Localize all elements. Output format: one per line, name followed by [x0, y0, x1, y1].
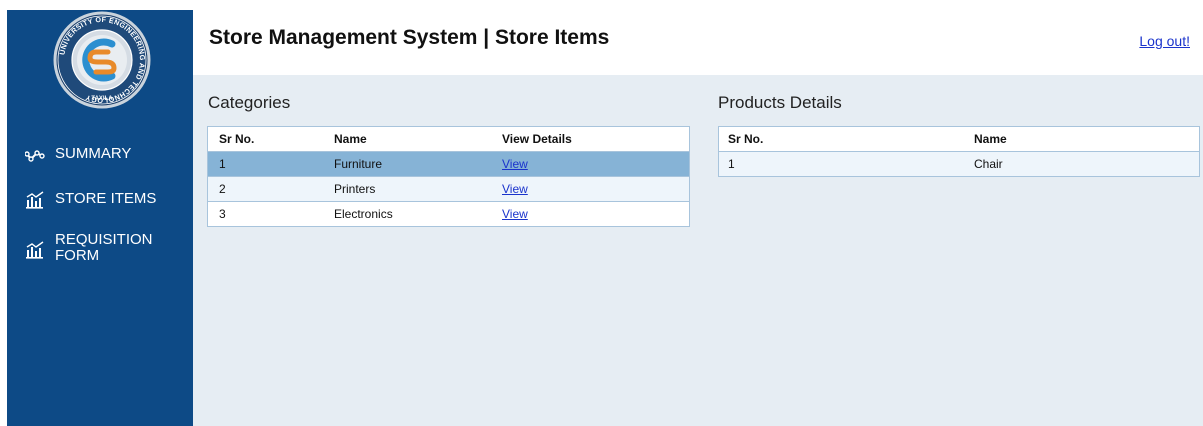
sidebar-item-store-items[interactable]: STORE ITEMS	[25, 191, 156, 209]
categories-title: Categories	[208, 93, 291, 112]
products-title: Products Details	[718, 93, 842, 112]
name-cell: Printers	[334, 176, 502, 202]
products-table: Sr No. Name 1 Chair	[718, 126, 1200, 177]
table-row[interactable]: 3 Electronics View	[208, 201, 689, 226]
column-header: Sr No.	[219, 132, 255, 146]
view-link[interactable]: View	[502, 157, 528, 171]
header: Store Management System | Store Items Lo…	[193, 0, 1203, 75]
bar-chart-icon	[26, 191, 44, 209]
sidebar-item-requisition-form[interactable]: REQUISITION FORM	[25, 232, 165, 264]
bar-chart-icon	[26, 241, 44, 259]
table-row[interactable]: 2 Printers View	[208, 176, 689, 202]
view-cell: View	[502, 201, 689, 226]
column-header: Name	[974, 132, 1007, 146]
column-header: View Details	[502, 132, 572, 146]
sidebar-item-label: SUMMARY	[55, 145, 132, 162]
sidebar-item-summary[interactable]: SUMMARY	[25, 146, 131, 164]
sidebar: UNIVERSITY OF ENGINEERING AND TECHNOLOGY…	[7, 10, 193, 426]
sr-cell: 2	[208, 176, 334, 202]
sr-cell: 1	[208, 151, 334, 177]
table-header-row: Sr No. Name	[719, 127, 1199, 152]
main-content: Categories Sr No. Name View Details 1 Fu…	[193, 75, 1203, 426]
table-row[interactable]: 1 Furniture View	[208, 151, 689, 177]
sidebar-item-label: STORE ITEMS	[55, 190, 157, 207]
name-cell: Chair	[974, 151, 1199, 176]
table-header-row: Sr No. Name View Details	[208, 127, 689, 152]
sidebar-item-label: REQUISITION FORM	[55, 231, 153, 264]
view-cell: View	[502, 176, 689, 202]
university-logo: UNIVERSITY OF ENGINEERING AND TECHNOLOGY…	[53, 11, 151, 109]
name-cell: Furniture	[334, 151, 502, 177]
table-row[interactable]: 1 Chair	[719, 151, 1199, 176]
view-link[interactable]: View	[502, 207, 528, 221]
page-title: Store Management System | Store Items	[209, 26, 610, 49]
view-cell: View	[502, 151, 689, 177]
logout-link[interactable]: Log out!	[1139, 33, 1190, 49]
svg-text:TAXILA: TAXILA	[91, 96, 113, 102]
categories-table: Sr No. Name View Details 1 Furniture Vie…	[207, 126, 690, 227]
column-header: Name	[334, 132, 367, 146]
column-header: Sr No.	[728, 132, 764, 146]
name-cell: Electronics	[334, 201, 502, 226]
view-link[interactable]: View	[502, 182, 528, 196]
sr-cell: 1	[719, 151, 974, 176]
sr-cell: 3	[208, 201, 334, 226]
trend-line-icon	[25, 150, 45, 162]
